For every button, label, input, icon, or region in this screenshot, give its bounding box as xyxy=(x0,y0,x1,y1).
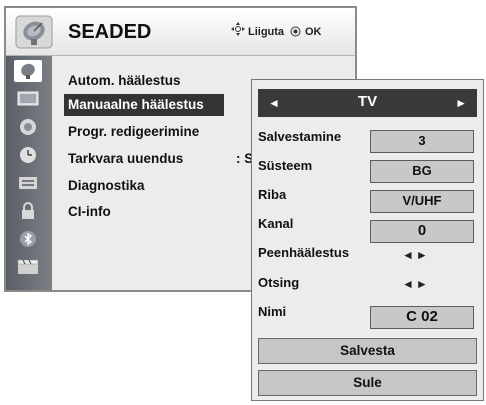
satellite-dish-icon xyxy=(15,15,53,49)
category-icon-column xyxy=(6,56,52,290)
ok-hint-label: OK xyxy=(305,26,322,38)
fine-tuning-label: Peenhäälestus xyxy=(258,245,350,260)
lock-icon[interactable] xyxy=(14,200,42,222)
fine-tuning-stepper[interactable]: ◄► xyxy=(402,248,430,262)
menu-item-auto-tuning[interactable]: Autom. häälestus xyxy=(64,70,181,92)
name-value[interactable]: C 02 xyxy=(370,306,474,329)
media-icon[interactable] xyxy=(14,256,42,278)
storage-value[interactable]: 3 xyxy=(370,130,474,153)
menu-item-programme-edit[interactable]: Progr. redigeerimine xyxy=(64,121,199,143)
move-arrows-icon xyxy=(231,22,245,36)
save-button[interactable]: Salvesta xyxy=(258,338,477,364)
setup-icon[interactable] xyxy=(14,60,42,82)
system-label: Süsteem xyxy=(258,158,313,173)
tv-selector[interactable]: ◄ TV ► xyxy=(258,89,477,117)
menu-header: SEADED Liiguta OK xyxy=(6,8,355,56)
move-hint-label: Liiguta xyxy=(248,26,285,38)
right-arrow-icon[interactable]: ► xyxy=(455,96,467,110)
tv-selector-label: TV xyxy=(357,93,378,110)
page-title: SEADED xyxy=(68,21,152,43)
menu-item-ci-info[interactable]: CI-info xyxy=(64,201,111,223)
band-value[interactable]: V/UHF xyxy=(370,190,474,213)
channel-value[interactable]: 0 xyxy=(370,220,474,243)
time-icon[interactable] xyxy=(14,144,42,166)
manual-tuning-panel: ◄ TV ► Salvestamine 3 Süsteem BG Riba V/… xyxy=(251,79,484,401)
audio-icon[interactable] xyxy=(14,116,42,138)
menu-item-diagnostics[interactable]: Diagnostika xyxy=(64,175,145,197)
bluetooth-icon[interactable] xyxy=(14,228,42,250)
menu-item-manual-tuning[interactable]: Manuaalne häälestus xyxy=(64,94,224,116)
menu-item-software-update[interactable]: Tarkvara uuendus xyxy=(64,148,183,170)
ok-button-icon xyxy=(290,26,301,37)
search-stepper[interactable]: ◄► xyxy=(402,277,430,291)
system-value[interactable]: BG xyxy=(370,160,474,183)
search-label: Otsing xyxy=(258,275,300,290)
storage-label: Salvestamine xyxy=(258,129,342,144)
band-label: Riba xyxy=(258,187,287,202)
picture-icon[interactable] xyxy=(14,88,42,110)
option-icon[interactable] xyxy=(14,172,42,194)
channel-label: Kanal xyxy=(258,216,294,231)
name-label: Nimi xyxy=(258,304,287,319)
close-button[interactable]: Sule xyxy=(258,370,477,396)
